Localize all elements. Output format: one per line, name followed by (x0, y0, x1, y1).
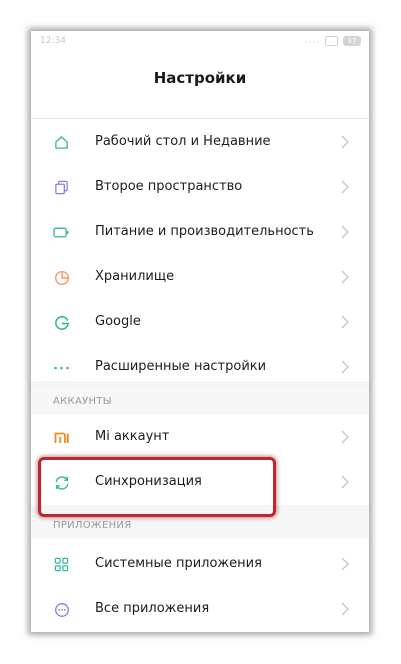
settings-row-battery[interactable]: Питание и производительность (31, 210, 369, 255)
chevron-right-icon (341, 135, 349, 149)
settings-row-google[interactable]: Google (31, 300, 369, 345)
settings-row-label: Все приложения (95, 601, 210, 616)
page-title: Настройки (153, 69, 247, 87)
title-bar: Настройки (31, 55, 369, 119)
section-title: АККАУНТЫ (53, 396, 112, 407)
settings-row-label: Хранилище (95, 269, 175, 284)
settings-row-label: Синхронизация (95, 474, 202, 489)
phone-screen: 12:34 .... 37 Настройки Рабочий стол и Н… (31, 31, 369, 632)
section-divider (31, 505, 369, 513)
chevron-right-icon (341, 557, 349, 571)
home-icon (53, 134, 70, 151)
settings-row-mi-account[interactable]: Mi аккаунт (31, 415, 369, 460)
settings-row-label: Рабочий стол и Недавние (95, 134, 271, 149)
settings-row-label: Mi аккаунт (95, 429, 170, 444)
settings-row-label: Второе пространство (95, 179, 243, 194)
settings-row-system-apps[interactable]: Системные приложения (31, 542, 369, 587)
settings-row-sync[interactable]: Синхронизация (31, 460, 369, 505)
grid-icon (53, 556, 70, 573)
section-title: ПРИЛОЖЕНИЯ (53, 520, 132, 531)
sim-icon (325, 36, 338, 46)
settings-row-label: Системные приложения (95, 556, 262, 571)
copy-icon (53, 179, 70, 196)
pie-chart-icon (53, 269, 70, 286)
chevron-right-icon (341, 315, 349, 329)
settings-row-second-space[interactable]: Второе пространство (31, 165, 369, 210)
signal-icon: .... (304, 36, 320, 46)
more-dots-icon (53, 359, 70, 376)
chevron-right-icon (341, 430, 349, 444)
battery-indicator: 37 (343, 36, 361, 46)
settings-row-label: Расширенные настройки (95, 359, 267, 374)
section-divider (31, 381, 369, 389)
status-icons: .... 37 (305, 36, 361, 46)
chevron-right-icon (341, 475, 349, 489)
settings-row-storage[interactable]: Хранилище (31, 255, 369, 300)
divider (31, 118, 369, 119)
chevron-right-icon (341, 225, 349, 239)
settings-row-desktop[interactable]: Рабочий стол и Недавние (31, 120, 369, 165)
section-header-accounts: АККАУНТЫ (31, 389, 369, 415)
chevron-right-icon (341, 360, 349, 374)
chevron-right-icon (341, 602, 349, 616)
settings-row-label: Google (95, 314, 141, 329)
section-header-apps: ПРИЛОЖЕНИЯ (31, 513, 369, 539)
google-icon (53, 314, 70, 331)
settings-row-all-apps[interactable]: Все приложения (31, 587, 369, 632)
status-bar: 12:34 .... 37 (31, 31, 369, 55)
settings-row-label: Питание и производительность (95, 224, 314, 239)
status-time: 12:34 (40, 36, 66, 46)
chat-dots-icon (53, 601, 70, 618)
battery-icon (53, 224, 70, 241)
sync-icon (53, 474, 70, 491)
chevron-right-icon (341, 270, 349, 284)
chevron-right-icon (341, 180, 349, 194)
mi-logo-icon (53, 429, 70, 446)
